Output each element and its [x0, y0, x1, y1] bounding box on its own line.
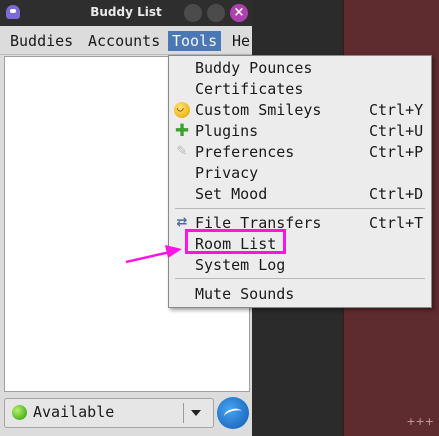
- menu-item-shortcut: Ctrl+U: [369, 122, 424, 140]
- menu-bar: Buddies Accounts Tools He: [0, 28, 252, 55]
- menu-item-label: Set Mood: [195, 185, 268, 203]
- minimize-button[interactable]: [184, 4, 202, 22]
- menu-item-label: Mute Sounds: [195, 285, 295, 303]
- maximize-button[interactable]: [207, 4, 225, 22]
- title-bar[interactable]: Buddy List ×: [0, 0, 252, 26]
- menu-item-preferences[interactable]: ✎ Preferences Ctrl+P: [169, 142, 431, 162]
- menu-item-label: Certificates: [195, 80, 304, 98]
- puzzle-icon: ✚: [174, 121, 190, 141]
- status-separator: [183, 403, 184, 423]
- status-selector[interactable]: Available: [4, 398, 214, 428]
- menu-item-label: Preferences: [195, 143, 295, 161]
- menu-item-shortcut: Ctrl+Y: [369, 101, 424, 119]
- menu-item-label: System Log: [195, 256, 286, 274]
- menu-item-label: Plugins: [195, 122, 259, 140]
- status-label: Available: [33, 403, 115, 421]
- menu-separator: [175, 278, 425, 279]
- menu-accounts[interactable]: Accounts: [84, 31, 164, 51]
- menu-item-plugins[interactable]: ✚ Plugins Ctrl+U: [169, 121, 431, 141]
- menu-item-shortcut: Ctrl+D: [369, 185, 424, 203]
- buddy-icon-avatar[interactable]: [217, 397, 249, 429]
- menu-help[interactable]: He: [228, 31, 254, 51]
- menu-separator: [175, 208, 425, 209]
- menu-item-shortcut: Ctrl+T: [369, 214, 424, 232]
- menu-item-buddy-pounces[interactable]: Buddy Pounces: [169, 58, 431, 78]
- tools-dropdown-menu: Buddy Pounces Certificates Custom Smiley…: [168, 55, 432, 308]
- menu-item-privacy[interactable]: Privacy: [169, 163, 431, 183]
- close-button[interactable]: ×: [230, 4, 248, 22]
- annotation-highlight-box: [185, 229, 286, 254]
- menu-item-custom-smileys[interactable]: Custom Smileys Ctrl+Y: [169, 98, 431, 120]
- menu-buddies[interactable]: Buddies: [6, 31, 77, 51]
- menu-item-mute-sounds[interactable]: Mute Sounds: [169, 284, 431, 304]
- menu-item-shortcut: Ctrl+P: [369, 143, 424, 161]
- menu-item-set-mood[interactable]: Set Mood Ctrl+D: [169, 184, 431, 204]
- menu-item-label: Privacy: [195, 164, 259, 182]
- available-status-icon: [12, 405, 27, 420]
- wrench-icon: ✎: [176, 144, 188, 159]
- menu-item-label: Buddy Pounces: [195, 59, 313, 77]
- corner-text: +++: [406, 415, 434, 428]
- menu-tools[interactable]: Tools: [168, 31, 222, 51]
- smiley-icon: [174, 98, 190, 118]
- menu-item-label: Custom Smileys: [195, 101, 322, 119]
- chevron-down-icon[interactable]: [191, 410, 201, 416]
- status-bar: Available: [0, 394, 252, 436]
- menu-item-system-log[interactable]: System Log: [169, 255, 431, 275]
- menu-item-certificates[interactable]: Certificates: [169, 79, 431, 99]
